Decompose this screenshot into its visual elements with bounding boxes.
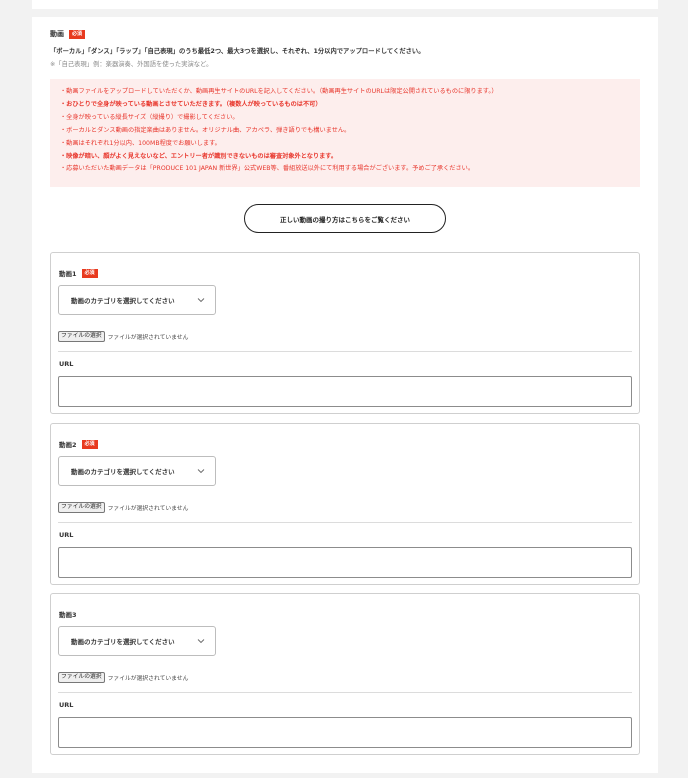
video-label: 動画2 必須 [59, 439, 98, 449]
url-input[interactable] [58, 547, 632, 578]
video-section-card: 動画 必須 「ボーカル」「ダンス」「ラップ」「自己表現」のうち最低2つ、最大3つ… [32, 17, 658, 773]
chevron-down-icon [197, 639, 205, 644]
divider [58, 522, 632, 523]
notice-line: ・ボーカルとダンス動画の指定楽曲はありません。オリジナル曲、アカペラ、弾き語りで… [60, 126, 351, 134]
choose-file-button[interactable]: ファイルの選択 [58, 331, 105, 342]
video-entry-1: 動画1 必須 動画のカテゴリを選択してください ファイルの選択 ファイルが選択さ… [50, 252, 640, 414]
divider [58, 351, 632, 352]
previous-section-card [32, 0, 658, 9]
video-label-text: 動画3 [59, 611, 77, 619]
section-note: ※「自己表現」例：楽器演奏、外国語を使った実演など。 [50, 61, 213, 68]
chevron-down-icon [197, 469, 205, 474]
section-description: 「ボーカル」「ダンス」「ラップ」「自己表現」のうち最低2つ、最大3つを選択し、そ… [50, 48, 425, 55]
file-input: ファイルの選択 ファイルが選択されていません [58, 331, 188, 342]
notice-line: ・動画はそれぞれ1分以内、100MB程度でお願いします。 [60, 139, 221, 147]
required-badge: 必須 [81, 268, 98, 278]
category-select-value: 動画のカテゴリを選択してください [71, 468, 175, 476]
url-label: URL [59, 360, 74, 368]
video-label-text: 動画2 [59, 441, 77, 449]
video-label: 動画3 [59, 609, 77, 619]
video-entry-3: 動画3 動画のカテゴリを選択してください ファイルの選択 ファイルが選択されてい… [50, 593, 640, 755]
category-select[interactable]: 動画のカテゴリを選択してください [58, 456, 216, 486]
file-status: ファイルが選択されていません [107, 335, 189, 341]
notice-line: ・動画ファイルをアップロードしていただくか、動画再生サイトのURLを記入してくだ… [60, 88, 498, 95]
file-status: ファイルが選択されていません [107, 506, 189, 512]
choose-file-button[interactable]: ファイルの選択 [58, 502, 105, 513]
category-select[interactable]: 動画のカテゴリを選択してください [58, 285, 216, 315]
url-input[interactable] [58, 376, 632, 407]
notice-box: ・動画ファイルをアップロードしていただくか、動画再生サイトのURLを記入してくだ… [50, 79, 640, 187]
category-select-value: 動画のカテゴリを選択してください [71, 297, 175, 305]
file-input: ファイルの選択 ファイルが選択されていません [58, 502, 188, 513]
chevron-down-icon [197, 298, 205, 303]
category-select[interactable]: 動画のカテゴリを選択してください [58, 626, 216, 656]
video-label: 動画1 必須 [59, 268, 98, 278]
notice-line: ・おひとりで全身が映っている動画とさせていただきます。（複数人が映っているものは… [60, 100, 322, 108]
url-label: URL [59, 531, 74, 539]
required-badge: 必須 [69, 29, 86, 39]
choose-file-button[interactable]: ファイルの選択 [58, 672, 105, 683]
url-input[interactable] [58, 717, 632, 748]
video-label-text: 動画1 [59, 270, 77, 278]
required-badge: 必須 [81, 439, 98, 449]
category-select-value: 動画のカテゴリを選択してください [71, 638, 175, 646]
notice-line: ・映像が暗い、顔がよく見えないなど、エントリー者が識別できないものは審査対象外と… [60, 152, 338, 160]
file-input: ファイルの選択 ファイルが選択されていません [58, 672, 188, 683]
divider [58, 692, 632, 693]
notice-line: ・全身が映っている縦長サイズ（縦撮り）で撮影してください。 [60, 113, 239, 121]
howto-video-button[interactable]: 正しい動画の撮り方はこちらをご覧ください [244, 204, 446, 233]
notice-line: ・応募いただいた動画データは「PRODUCE 101 JAPAN 新世界」公式W… [60, 165, 475, 173]
section-header: 動画 必須 [50, 29, 86, 39]
video-entry-2: 動画2 必須 動画のカテゴリを選択してください ファイルの選択 ファイルが選択さ… [50, 423, 640, 585]
file-status: ファイルが選択されていません [107, 676, 189, 682]
url-label: URL [59, 701, 74, 709]
section-title: 動画 [50, 30, 64, 38]
